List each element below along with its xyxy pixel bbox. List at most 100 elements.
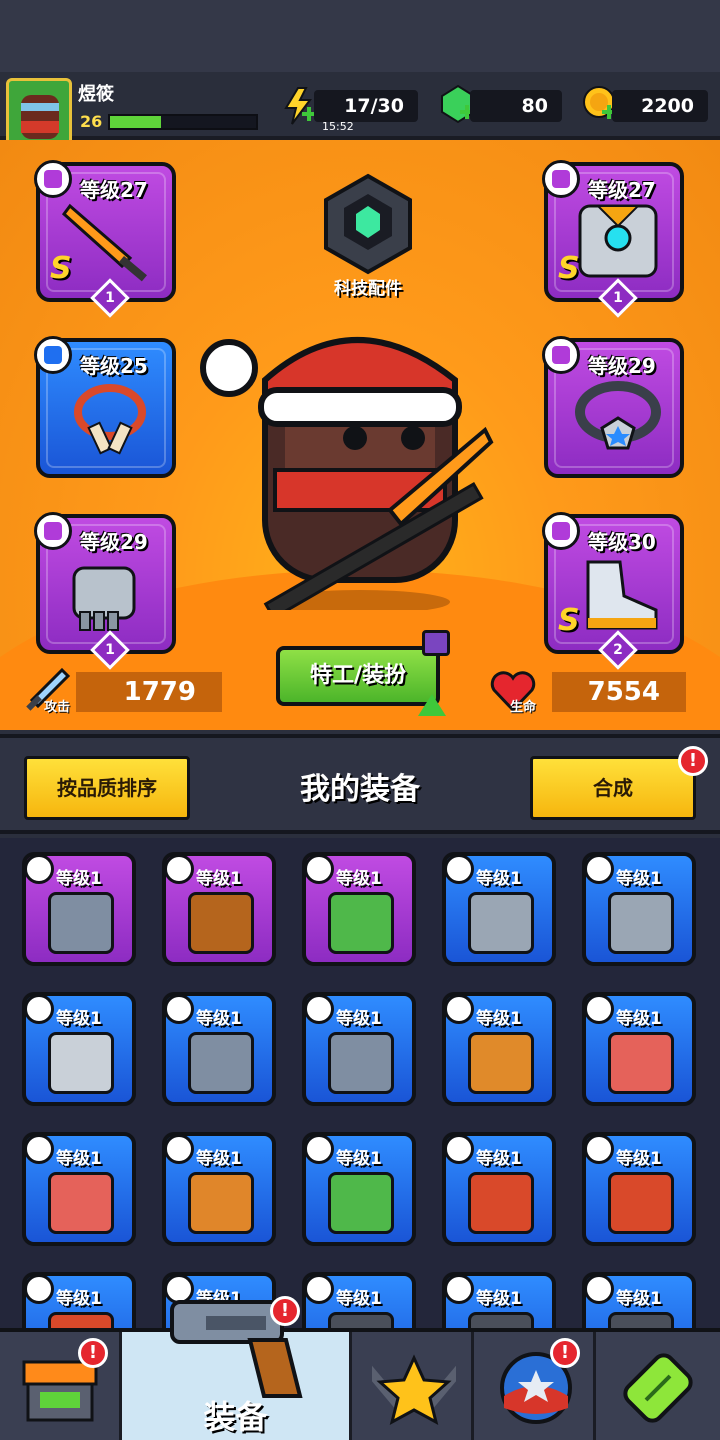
inventory-item[interactable]: 等级1 [22,1272,136,1328]
merge-button[interactable]: 合成 [530,756,696,820]
item-level: 等级1 [336,1149,382,1169]
boots-type-icon [542,512,580,550]
item-level: 等级1 [616,1009,662,1029]
nav-tab-shop[interactable]: ! [0,1332,122,1440]
character-stage: 等级27 S 1 等级25 等级29 1 等级27 S 1 等级29 等级30 … [0,140,720,730]
inventory-item[interactable]: 等级1 [442,1132,556,1246]
sort-by-quality-button[interactable]: 按品质排序 [24,756,190,820]
item-type-icon [584,854,614,884]
revolver-icon [48,892,114,954]
inventory-item[interactable]: 等级1 [22,992,136,1106]
inventory-item[interactable]: 等级1 [302,852,416,966]
shop-alert-badge: ! [78,1338,108,1368]
item-type-icon [24,1274,54,1304]
bottom-nav: ! ! 装备 ! [0,1296,720,1440]
hp-label: 生命 [510,700,537,715]
coin-counter[interactable]: 2200 [612,90,708,122]
equip-slot-armor[interactable]: 等级27 S 1 [542,160,684,318]
nav-label-equipment: 装备 [203,1398,268,1436]
attack-label: 攻击 [44,700,71,715]
dna-capsule-icon [623,1353,693,1423]
inventory-item[interactable]: 等级1 [22,852,136,966]
bat-icon [468,1032,534,1094]
item-type-icon [444,994,474,1024]
agent-outfit-button[interactable]: 特工/装扮 [276,630,450,716]
item-level: 等级1 [196,1009,242,1029]
item-type-icon [24,994,54,1024]
ring-icon [328,1312,394,1328]
necklace-type-icon [34,336,72,374]
tech-parts-label: 科技配件 [334,279,402,299]
inventory-item[interactable]: 等级1 [582,1132,696,1246]
nav-tab-events[interactable]: ! [474,1332,596,1440]
necklace-icon [48,1312,114,1328]
item-type-icon [304,854,334,884]
equipment-title: 我的装备 [300,772,420,807]
inventory-item[interactable]: 等级1 [302,1272,416,1328]
revolver-icon [328,1032,394,1094]
inventory-grid: 等级1 等级1 等级1 等级1 等级1 等级1 等级1 等级1 等级1 等级1 等级1 等级1 等级1 等… [0,838,720,1328]
item-type-icon [584,1134,614,1164]
equipment-toolbar: 按品质排序 我的装备 合成 ! [0,734,720,834]
inventory-item[interactable]: 等级1 [162,1132,276,1246]
ring-icon [468,1312,534,1328]
item-type-icon [24,1134,54,1164]
item-type-icon [304,1274,334,1304]
vest-icon [328,892,394,954]
machete-icon [48,1032,114,1094]
item-type-icon [444,1274,474,1304]
inventory-item[interactable]: 等级1 [442,1272,556,1328]
inventory-item[interactable]: 等级1 [22,1132,136,1246]
item-level: 等级1 [196,1149,242,1169]
equip-slot-weapon[interactable]: 等级27 S 1 [34,160,176,318]
item-level: 等级1 [476,869,522,889]
item-type-icon [444,1134,474,1164]
belt-type-icon [542,336,580,374]
item-type-icon [304,994,334,1024]
item-type-icon [444,854,474,884]
shirt-icon [48,1172,114,1234]
equip-slot-boots[interactable]: 等级30 S 2 [542,512,684,670]
energy-counter[interactable]: 17/30 [314,90,418,122]
jacket-icon [188,1172,254,1234]
necklace-icon [74,384,146,455]
necklace-icon [608,1172,674,1234]
inventory-item[interactable]: 等级1 [302,1132,416,1246]
inventory-item[interactable]: 等级1 [162,852,276,966]
necklace-icon [468,1172,534,1234]
hero-character[interactable] [195,310,505,610]
gem-counter[interactable]: 80 [470,90,562,122]
equip-slot-gloves[interactable]: 等级29 1 [34,512,176,670]
revolver-icon [188,1032,254,1094]
inventory-item[interactable]: 等级1 [302,992,416,1106]
item-level: 等级1 [196,869,242,889]
avatar[interactable] [6,78,72,148]
item-level: 等级1 [616,1289,662,1309]
item-level: 等级1 [56,1009,102,1029]
top-header: 煜筱 26 17/30 15:52 80 2200 [0,72,720,148]
item-level: 等级1 [56,1149,102,1169]
nav-tab-lab[interactable] [596,1332,720,1440]
item-level: 等级1 [336,1009,382,1029]
ring-icon [608,1312,674,1328]
inventory-item[interactable]: 等级1 [442,992,556,1106]
inventory-item[interactable]: 等级1 [582,992,696,1106]
item-level: 等级1 [336,1289,382,1309]
gauntlet-icon [72,566,136,631]
events-alert-badge: ! [550,1338,580,1368]
inventory-item[interactable]: 等级1 [162,992,276,1106]
inventory-item[interactable]: 等级1 [442,852,556,966]
equip-slot-necklace[interactable]: 等级25 [34,336,176,478]
nav-tab-battle[interactable] [352,1332,474,1440]
inventory-item[interactable]: 等级1 [582,1272,696,1328]
player-name: 煜筱 [78,84,114,105]
equip-slot-belt[interactable]: 等级29 [542,336,684,478]
shotgun-icon [188,892,254,954]
item-level: 等级1 [616,869,662,889]
status-bar [0,0,720,72]
inventory-item[interactable]: 等级1 [582,852,696,966]
nav-tab-equipment[interactable]: ! 装备 [122,1296,352,1440]
tech-parts-icon[interactable] [318,172,418,282]
item-level: 等级1 [336,869,382,889]
hp-value: 7554 [552,672,686,712]
